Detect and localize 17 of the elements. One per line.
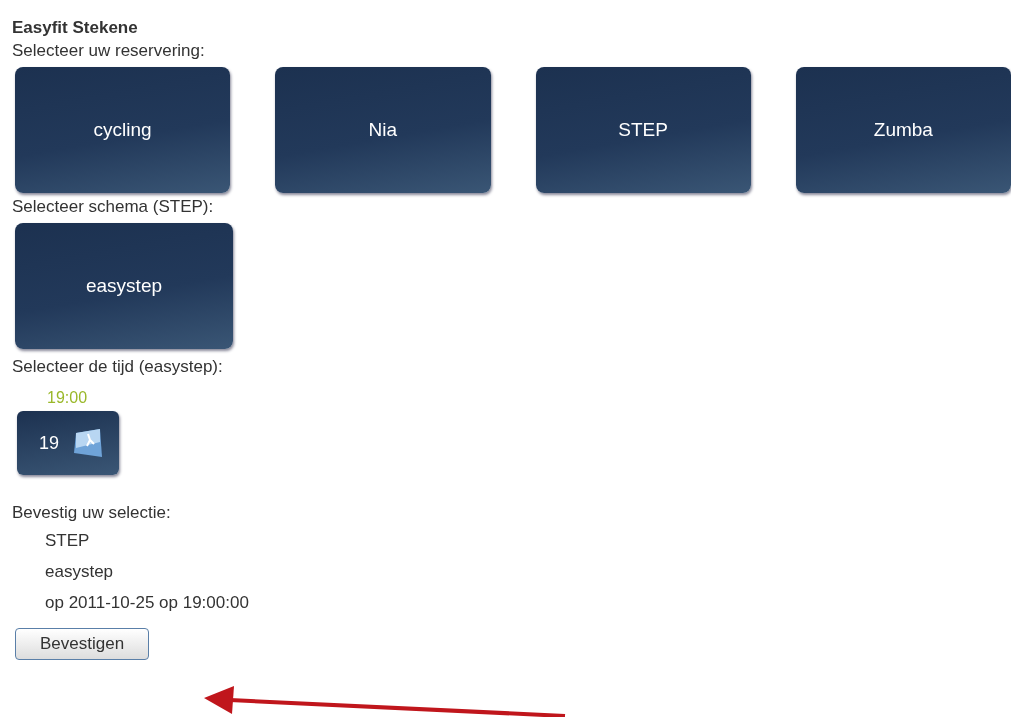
time-label: 19:00 — [47, 388, 89, 408]
summary-line: easystep — [44, 561, 115, 583]
option-tile[interactable]: easystep — [15, 223, 233, 349]
option-tile[interactable]: STEP — [535, 67, 751, 193]
option-tile[interactable]: Nia — [275, 67, 491, 193]
page-title: Easyfit Stekene — [12, 17, 139, 39]
section-label: Bevestig uw selectie: — [12, 502, 172, 524]
summary-line: STEP — [44, 530, 91, 552]
figure-icon — [73, 428, 104, 458]
option-tile[interactable]: Zumba — [795, 67, 1011, 193]
confirm-button[interactable]: Bevestigen — [15, 628, 150, 660]
time-tile[interactable]: 19 — [17, 411, 119, 475]
section-label: Selecteer uw reservering: — [12, 40, 206, 62]
summary-line: op 2011-10-25 op 19:00:00 — [44, 592, 250, 614]
section-label: Selecteer schema (STEP): — [12, 196, 215, 218]
option-tile[interactable]: cycling — [15, 67, 231, 193]
section-label: Selecteer de tijd (easystep): — [12, 356, 224, 378]
